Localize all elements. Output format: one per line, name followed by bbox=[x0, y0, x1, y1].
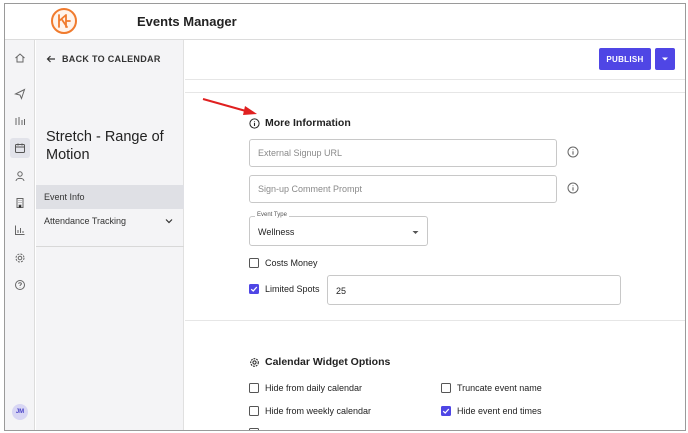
more-information-heading: More Information bbox=[249, 117, 351, 129]
event-type-label: Event Type bbox=[255, 212, 289, 218]
back-to-calendar-link[interactable]: BACK TO CALENDAR bbox=[46, 54, 161, 64]
limited-spots-value: 25 bbox=[336, 286, 347, 296]
event-type-select[interactable]: Event Type Wellness bbox=[249, 212, 428, 246]
user-icon[interactable] bbox=[12, 168, 28, 184]
publish-button[interactable]: PUBLISH bbox=[599, 48, 651, 70]
info-circle-icon[interactable] bbox=[567, 182, 579, 194]
section-title: Calendar Widget Options bbox=[265, 356, 391, 368]
hide-end-times-checkbox[interactable] bbox=[441, 406, 451, 416]
signup-comment-prompt-input[interactable] bbox=[250, 176, 556, 202]
hide-weekly-option[interactable]: Hide from weekly calendar bbox=[249, 406, 371, 416]
partially-visible-checkbox[interactable] bbox=[249, 428, 259, 430]
app-title: Events Manager bbox=[137, 14, 237, 29]
section-title: More Information bbox=[265, 117, 351, 129]
hide-end-times-option[interactable]: Hide event end times bbox=[441, 406, 542, 416]
send-icon[interactable] bbox=[12, 86, 28, 102]
option-label: Hide from daily calendar bbox=[265, 383, 363, 393]
external-signup-url-field[interactable] bbox=[249, 139, 557, 167]
signup-comment-prompt-field[interactable] bbox=[249, 175, 557, 203]
limited-spots-label: Limited Spots bbox=[265, 284, 320, 294]
nav-item-attendance-tracking[interactable]: Attendance Tracking bbox=[36, 209, 184, 233]
publish-options-button[interactable] bbox=[655, 48, 675, 70]
help-icon[interactable] bbox=[12, 277, 28, 293]
limited-spots-input[interactable]: 25 bbox=[327, 275, 621, 305]
hide-daily-option[interactable]: Hide from daily calendar bbox=[249, 383, 362, 393]
check-icon bbox=[250, 286, 258, 292]
external-signup-url-input[interactable] bbox=[250, 140, 556, 166]
option-label: Truncate event name bbox=[457, 383, 542, 393]
action-bar: PUBLISH bbox=[185, 40, 685, 80]
limited-spots-checkbox[interactable] bbox=[249, 284, 259, 294]
event-type-value: Wellness bbox=[258, 227, 295, 237]
section-divider bbox=[185, 320, 685, 321]
info-icon bbox=[249, 117, 260, 129]
nav-item-label: Attendance Tracking bbox=[44, 216, 127, 226]
icon-rail: JM bbox=[5, 40, 35, 430]
chevron-down-icon bbox=[165, 219, 173, 224]
panel-divider bbox=[36, 246, 184, 247]
bar-chart-icon[interactable] bbox=[12, 222, 28, 238]
gear-icon[interactable] bbox=[12, 250, 28, 266]
caret-down-icon bbox=[662, 57, 668, 61]
home-icon[interactable] bbox=[12, 50, 28, 66]
caret-down-icon bbox=[412, 231, 419, 234]
event-side-panel: BACK TO CALENDAR Stretch - Range of Moti… bbox=[36, 40, 184, 431]
arrow-left-icon bbox=[46, 55, 55, 63]
info-circle-icon[interactable] bbox=[567, 146, 579, 158]
top-bar: Events Manager bbox=[5, 4, 685, 40]
truncate-name-checkbox[interactable] bbox=[441, 383, 451, 393]
main-content: PUBLISH More Information Event Type Well… bbox=[185, 40, 685, 430]
nav-item-event-info[interactable]: Event Info bbox=[36, 185, 184, 209]
avatar[interactable]: JM bbox=[12, 404, 28, 420]
hide-weekly-checkbox[interactable] bbox=[249, 406, 259, 416]
app-window: Events Manager JM BACK TO CALENDAR Stret… bbox=[4, 3, 686, 431]
costs-money-checkbox[interactable] bbox=[249, 258, 259, 268]
building-icon[interactable] bbox=[12, 195, 28, 211]
check-icon bbox=[442, 408, 450, 414]
calendar-icon[interactable] bbox=[10, 138, 30, 158]
costs-money-label: Costs Money bbox=[265, 258, 318, 268]
truncate-name-option[interactable]: Truncate event name bbox=[441, 383, 542, 393]
logo-icon[interactable] bbox=[51, 8, 77, 34]
chart-icon[interactable] bbox=[12, 113, 28, 129]
option-label: Hide from weekly calendar bbox=[265, 406, 372, 416]
gear-icon bbox=[250, 357, 259, 367]
costs-money-option[interactable]: Costs Money bbox=[249, 258, 318, 268]
nav-item-label: Event Info bbox=[44, 192, 85, 202]
back-to-calendar-label: BACK TO CALENDAR bbox=[62, 54, 161, 64]
calendar-widget-options-heading: Calendar Widget Options bbox=[249, 356, 390, 368]
option-label: Hide event end times bbox=[457, 406, 542, 416]
section-divider bbox=[185, 92, 685, 93]
hide-daily-checkbox[interactable] bbox=[249, 383, 259, 393]
panel-scrollbar[interactable] bbox=[36, 430, 184, 431]
event-title: Stretch - Range of Motion bbox=[46, 129, 164, 163]
limited-spots-option[interactable]: Limited Spots bbox=[249, 284, 320, 294]
partially-visible-option bbox=[249, 428, 259, 430]
